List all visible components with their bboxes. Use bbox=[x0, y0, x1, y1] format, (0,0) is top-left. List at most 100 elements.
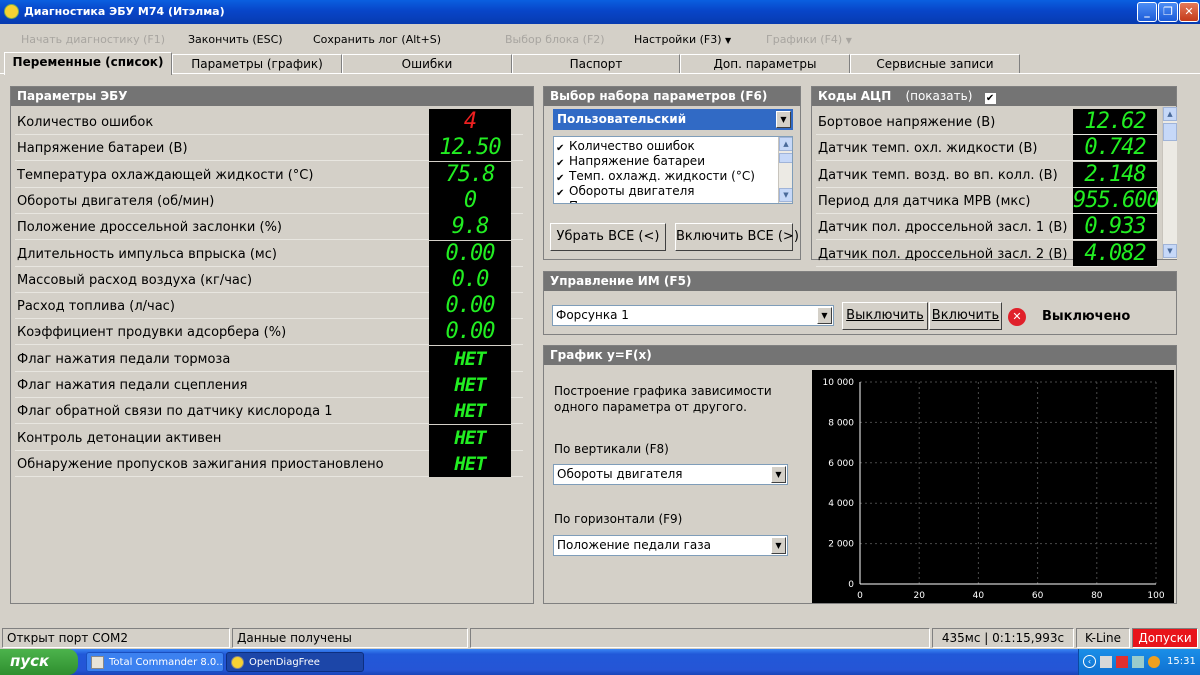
ecu-param-value: 0.00 bbox=[429, 293, 511, 320]
ecu-param-value: 0.00 bbox=[429, 240, 511, 267]
ecu-param-value: 0.0 bbox=[429, 266, 511, 293]
tab-divider bbox=[0, 73, 1200, 74]
adc-title: Коды АЦП bbox=[818, 89, 892, 103]
save-log-button[interactable]: Сохранить лог (Alt+S) bbox=[313, 33, 441, 46]
taskbar-total-commander[interactable]: Total Commander 8.0... bbox=[86, 652, 224, 672]
horizontal-param-value: Положение педали газа bbox=[557, 538, 711, 552]
adc-code-value: 0.742 bbox=[1073, 135, 1157, 161]
tab-params-graph[interactable]: Параметры (график) bbox=[172, 54, 342, 74]
ecu-param-value: НЕТ bbox=[429, 372, 511, 398]
taskbar-opendiag[interactable]: OpenDiagFree bbox=[226, 652, 364, 672]
scroll-up-icon[interactable]: ▲ bbox=[779, 137, 792, 151]
adc-show-checkbox[interactable]: ✔ bbox=[984, 93, 996, 104]
tab-variables[interactable]: Переменные (список) bbox=[4, 52, 172, 75]
param-list-scrollbar[interactable]: ▲ ▼ bbox=[778, 137, 792, 203]
status-empty bbox=[470, 628, 930, 648]
adc-code-label: Бортовое напряжение (В) bbox=[818, 115, 996, 130]
maximize-button[interactable]: ❐ bbox=[1158, 2, 1178, 22]
adc-show-label: (показать) bbox=[905, 89, 973, 103]
actuator-panel-title: Управление ИМ (F5) bbox=[544, 272, 1176, 291]
adc-code-value: 0.933 bbox=[1073, 214, 1157, 240]
select-block-button[interactable]: Выбор блока (F2) bbox=[505, 33, 605, 46]
chevron-down-icon: ▼ bbox=[725, 36, 732, 45]
usb-icon[interactable] bbox=[1132, 656, 1144, 668]
actuator-select[interactable]: Форсунка 1 ▼ bbox=[552, 305, 834, 326]
clock[interactable]: 15:31 bbox=[1167, 656, 1196, 667]
ecu-param-label: Флаг нажатия педали сцепления bbox=[17, 378, 248, 393]
vertical-param-select[interactable]: Обороты двигателя ▼ bbox=[553, 464, 788, 485]
adc-code-label: Датчик пол. дроссельной засл. 1 (В) bbox=[818, 220, 1068, 236]
ecu-param-value: 4 bbox=[429, 109, 511, 135]
param-set-item[interactable]: ✔Положение дросселя bbox=[556, 199, 755, 203]
add-all-button[interactable]: Включить ВСЕ (>) bbox=[675, 223, 799, 251]
start-button[interactable]: пуск bbox=[0, 649, 78, 675]
x-tick-label: 60 bbox=[1032, 591, 1044, 601]
checkbox-checked-icon[interactable]: ✔ bbox=[556, 144, 566, 154]
chevron-down-icon[interactable]: ▼ bbox=[817, 307, 832, 324]
settings-menu[interactable]: Настройки (F3) ▼ bbox=[634, 33, 731, 46]
chevron-down-icon[interactable]: ▼ bbox=[776, 111, 791, 128]
tray-expand-icon[interactable]: ‹ bbox=[1083, 655, 1096, 668]
ecu-param-label: Положение дроссельной заслонки (%) bbox=[17, 220, 282, 236]
horizontal-param-select[interactable]: Положение педали газа ▼ bbox=[553, 535, 788, 556]
adc-scrollbar[interactable]: ▲ ▼ bbox=[1162, 107, 1177, 259]
ecu-panel-title: Параметры ЭБУ bbox=[11, 87, 533, 106]
scroll-thumb[interactable] bbox=[779, 153, 792, 163]
opendiag-icon bbox=[231, 656, 244, 669]
ecu-param-row: Температура охлаждающей жидкости (°С) 75.… bbox=[15, 161, 523, 188]
param-set-item[interactable]: ✔ Обороты двигателя bbox=[556, 184, 755, 199]
ecu-param-label: Массовый расход воздуха (кг/час) bbox=[17, 272, 253, 288]
taskbar: пуск Total Commander 8.0... OpenDiagFree… bbox=[0, 649, 1200, 675]
chevron-down-icon[interactable]: ▼ bbox=[771, 466, 786, 483]
system-tray: ‹ 15:31 bbox=[1078, 649, 1200, 675]
ecu-param-row: Контроль детонации активен НЕТ bbox=[15, 424, 523, 451]
network-icon[interactable] bbox=[1100, 656, 1112, 668]
param-set-item[interactable]: ✔ Количество ошибок bbox=[556, 139, 755, 154]
param-set-list[interactable]: ✔ Количество ошибок ✔ Напряжение батареи ✔ Те… bbox=[553, 136, 793, 204]
checkbox-checked-icon[interactable]: ✔ bbox=[556, 174, 566, 184]
settings-menu-label: Настройки (F3) bbox=[634, 33, 722, 46]
actuator-on-button[interactable]: Включить bbox=[929, 302, 1002, 330]
tab-errors[interactable]: Ошибки bbox=[342, 54, 512, 74]
adc-code-value: 12.62 bbox=[1073, 109, 1157, 134]
tab-passport[interactable]: Паспорт bbox=[512, 54, 680, 74]
scroll-down-icon[interactable]: ▼ bbox=[779, 188, 792, 202]
task-label: Total Commander 8.0... bbox=[109, 657, 224, 668]
chevron-down-icon[interactable]: ▼ bbox=[771, 537, 786, 554]
graph-desc-line1: Построение графика зависимости bbox=[554, 384, 772, 398]
param-set-item[interactable]: ✔ Темп. охлажд. жидкости (°С) bbox=[556, 169, 755, 184]
minimize-button[interactable]: _ bbox=[1137, 2, 1157, 22]
adc-code-row: Датчик пол. дроссельной засл. 2 (В) 4.082 bbox=[816, 240, 1158, 267]
actuator-off-button[interactable]: Выключить bbox=[842, 302, 928, 330]
graph-description: Построение графика зависимости одного па… bbox=[554, 383, 772, 415]
ecu-param-row: Обороты двигателя (об/мин) 0 bbox=[15, 187, 523, 214]
ecu-param-row: Расход топлива (л/час) 0.00 bbox=[15, 293, 523, 320]
tab-extra-params[interactable]: Доп. параметры bbox=[680, 54, 850, 74]
ecu-param-value: 12.50 bbox=[429, 135, 511, 162]
tray-app-icon[interactable] bbox=[1116, 656, 1128, 668]
remove-all-button[interactable]: Убрать ВСЕ (<) bbox=[550, 223, 666, 251]
ecu-param-label: Контроль детонации активен bbox=[17, 430, 222, 446]
close-button[interactable]: ✕ bbox=[1179, 2, 1199, 22]
y-tick-label: 0 bbox=[848, 580, 854, 590]
start-diagnostics-button[interactable]: Начать диагностику (F1) bbox=[21, 33, 165, 46]
finish-button[interactable]: Закончить (ESC) bbox=[188, 33, 283, 46]
checkbox-checked-icon[interactable]: ✔ bbox=[556, 189, 566, 199]
scroll-down-icon[interactable]: ▼ bbox=[1163, 244, 1177, 258]
param-set-item[interactable]: ✔ Напряжение батареи bbox=[556, 154, 755, 169]
ecu-param-label: Флаг нажатия педали тормоза bbox=[17, 351, 231, 367]
x-tick-label: 20 bbox=[913, 591, 925, 601]
param-set-select[interactable]: Пользовательский ▼ bbox=[553, 109, 793, 130]
tab-service-records[interactable]: Сервисные записи bbox=[850, 54, 1020, 74]
checkbox-checked-icon[interactable]: ✔ bbox=[556, 159, 566, 169]
ecu-param-label: Обнаружение пропусков зажигания приостан… bbox=[17, 456, 384, 472]
param-set-item-label: Напряжение батареи bbox=[569, 154, 705, 168]
scroll-up-icon[interactable]: ▲ bbox=[1163, 107, 1177, 121]
volume-icon[interactable] bbox=[1148, 656, 1160, 668]
scroll-thumb[interactable] bbox=[1163, 123, 1177, 141]
xy-chart: 0 20 40 60 80 100 0 2 000 4 000 6 000 8 000 10 000 bbox=[812, 370, 1174, 603]
ecu-param-row: Флаг нажатия педали сцепления НЕТ bbox=[15, 372, 523, 398]
graphs-menu[interactable]: Графики (F4) ▼ bbox=[766, 33, 852, 46]
tolerance-warning-badge[interactable]: Допуски bbox=[1132, 628, 1198, 648]
param-set-item-label: Обороты двигателя bbox=[569, 184, 695, 198]
